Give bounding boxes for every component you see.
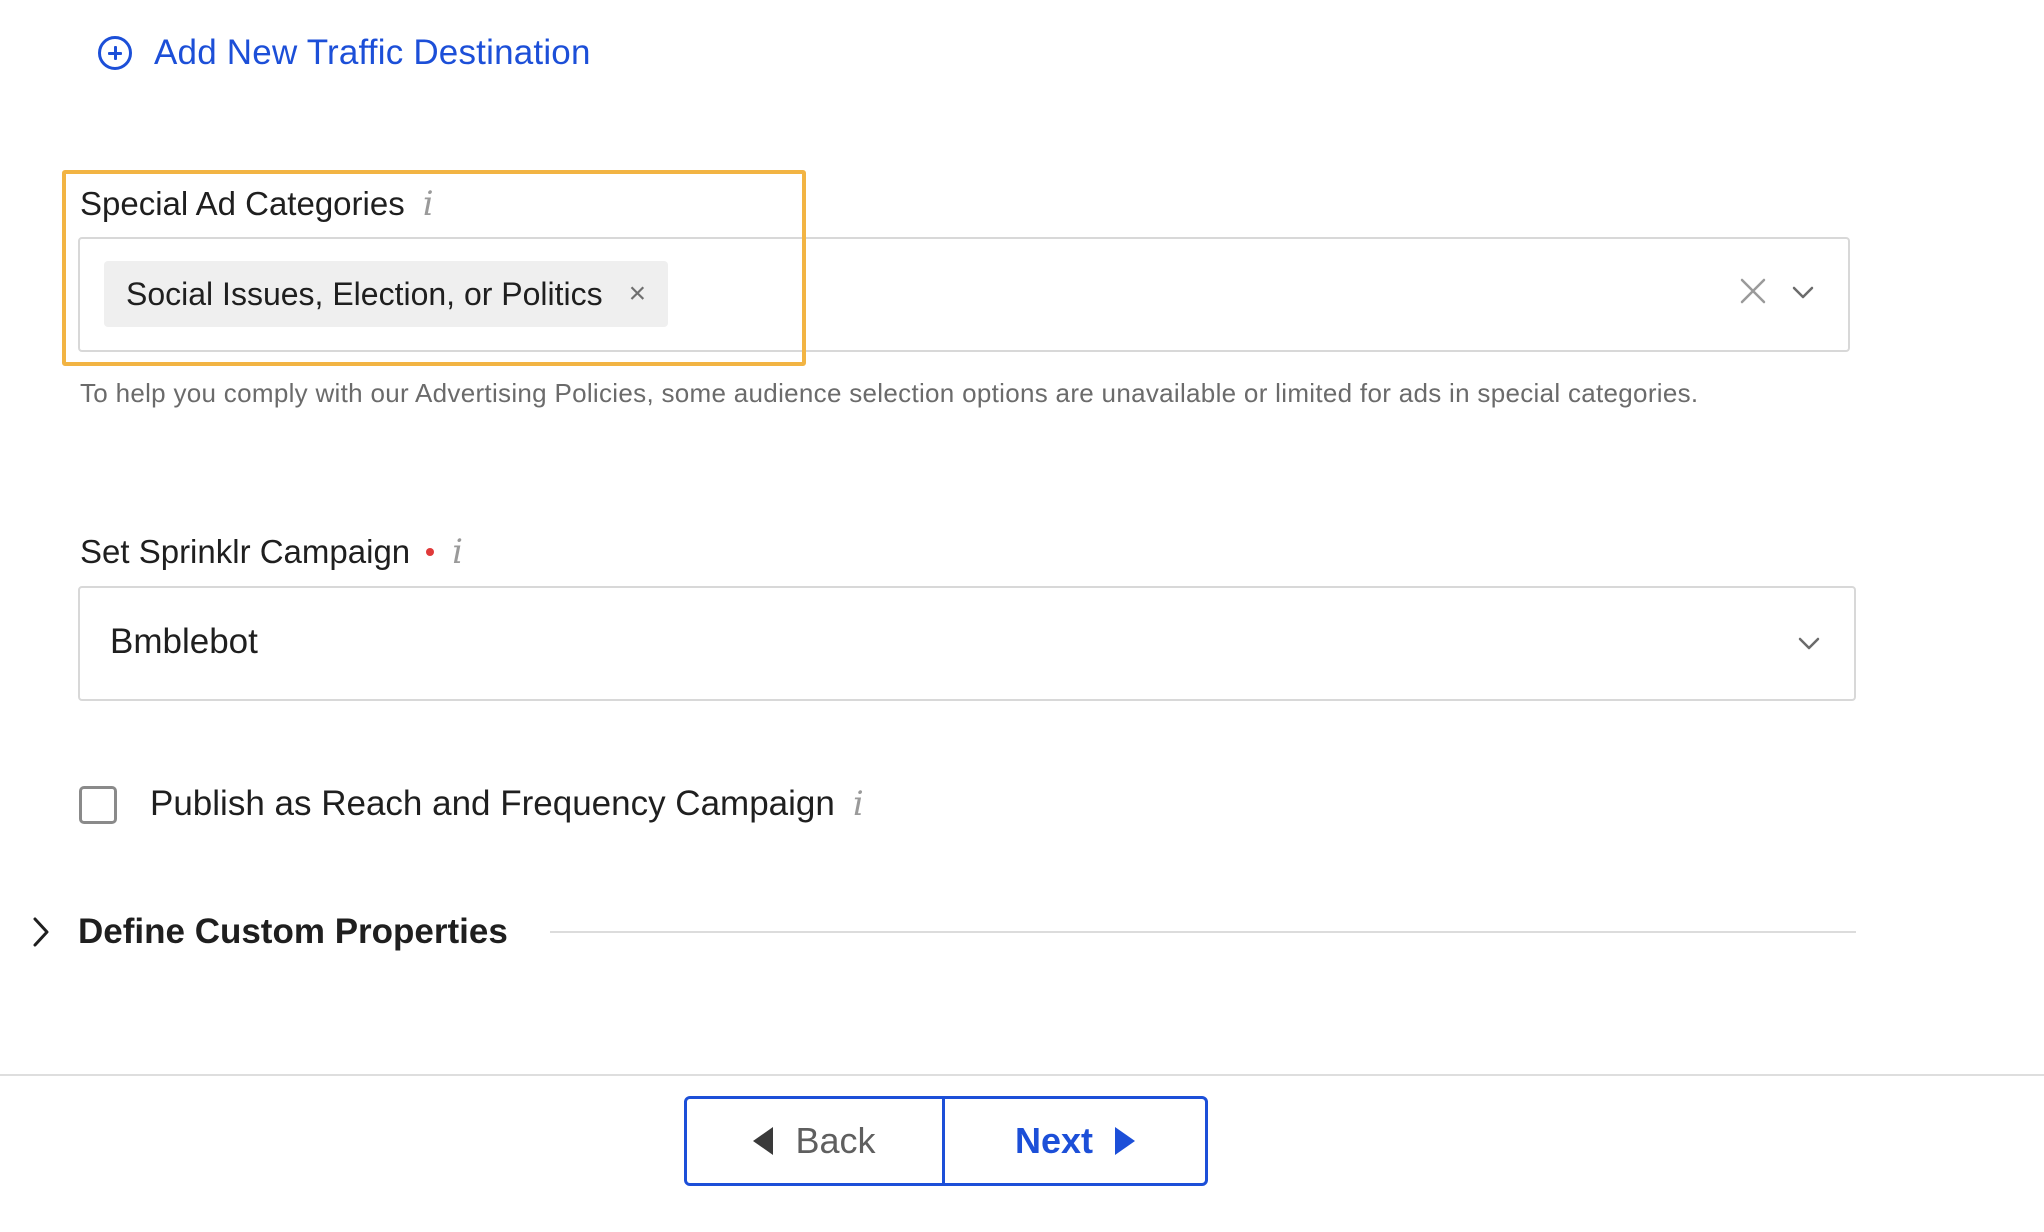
required-indicator [426,548,435,556]
special-ad-categories-select[interactable]: Social Issues, Election, or Politics × [78,237,1850,352]
navigation-button-group: Back Next [684,1096,1208,1186]
clear-selection-icon[interactable] [1736,274,1770,308]
reach-frequency-label: Publish as Reach and Frequency Campaign … [150,784,864,824]
section-divider [550,931,1856,933]
caret-left-icon [753,1127,774,1155]
chevron-down-icon[interactable] [1790,279,1816,305]
back-button-label: Back [795,1120,876,1161]
chevron-down-icon[interactable] [1796,630,1822,656]
back-button[interactable]: Back [687,1099,945,1183]
special-categories-help-text: To help you comply with our Advertising … [80,378,1699,408]
chevron-right-icon [33,917,49,947]
reach-frequency-label-text: Publish as Reach and Frequency Campaign [150,784,835,823]
special-ad-categories-label: Special Ad Categories i [80,184,434,224]
custom-properties-toggle[interactable]: Define Custom Properties [30,912,508,952]
info-icon[interactable]: i [452,532,463,572]
campaign-select-value: Bmblebot [110,622,258,661]
footer-divider [0,1074,2044,1076]
info-icon[interactable]: i [853,784,864,824]
campaign-label-text: Set Sprinklr Campaign [80,533,411,570]
add-traffic-destination-label: Add New Traffic Destination [154,33,591,72]
custom-properties-title: Define Custom Properties [78,912,508,951]
campaign-label: Set Sprinklr Campaign i [80,532,463,572]
campaign-select[interactable]: Bmblebot [78,586,1856,701]
plus-circle-icon [98,36,132,70]
info-icon[interactable]: i [423,184,434,224]
add-traffic-destination-link[interactable]: Add New Traffic Destination [98,30,591,76]
reach-frequency-checkbox[interactable] [79,786,117,824]
chip-label: Social Issues, Election, or Politics [126,275,603,312]
chip-remove-icon[interactable]: × [629,279,647,309]
next-button[interactable]: Next [945,1099,1205,1183]
special-ad-categories-label-text: Special Ad Categories [80,185,405,222]
selected-category-chip: Social Issues, Election, or Politics × [104,261,669,327]
next-button-label: Next [1014,1120,1094,1161]
caret-right-icon [1115,1127,1136,1155]
